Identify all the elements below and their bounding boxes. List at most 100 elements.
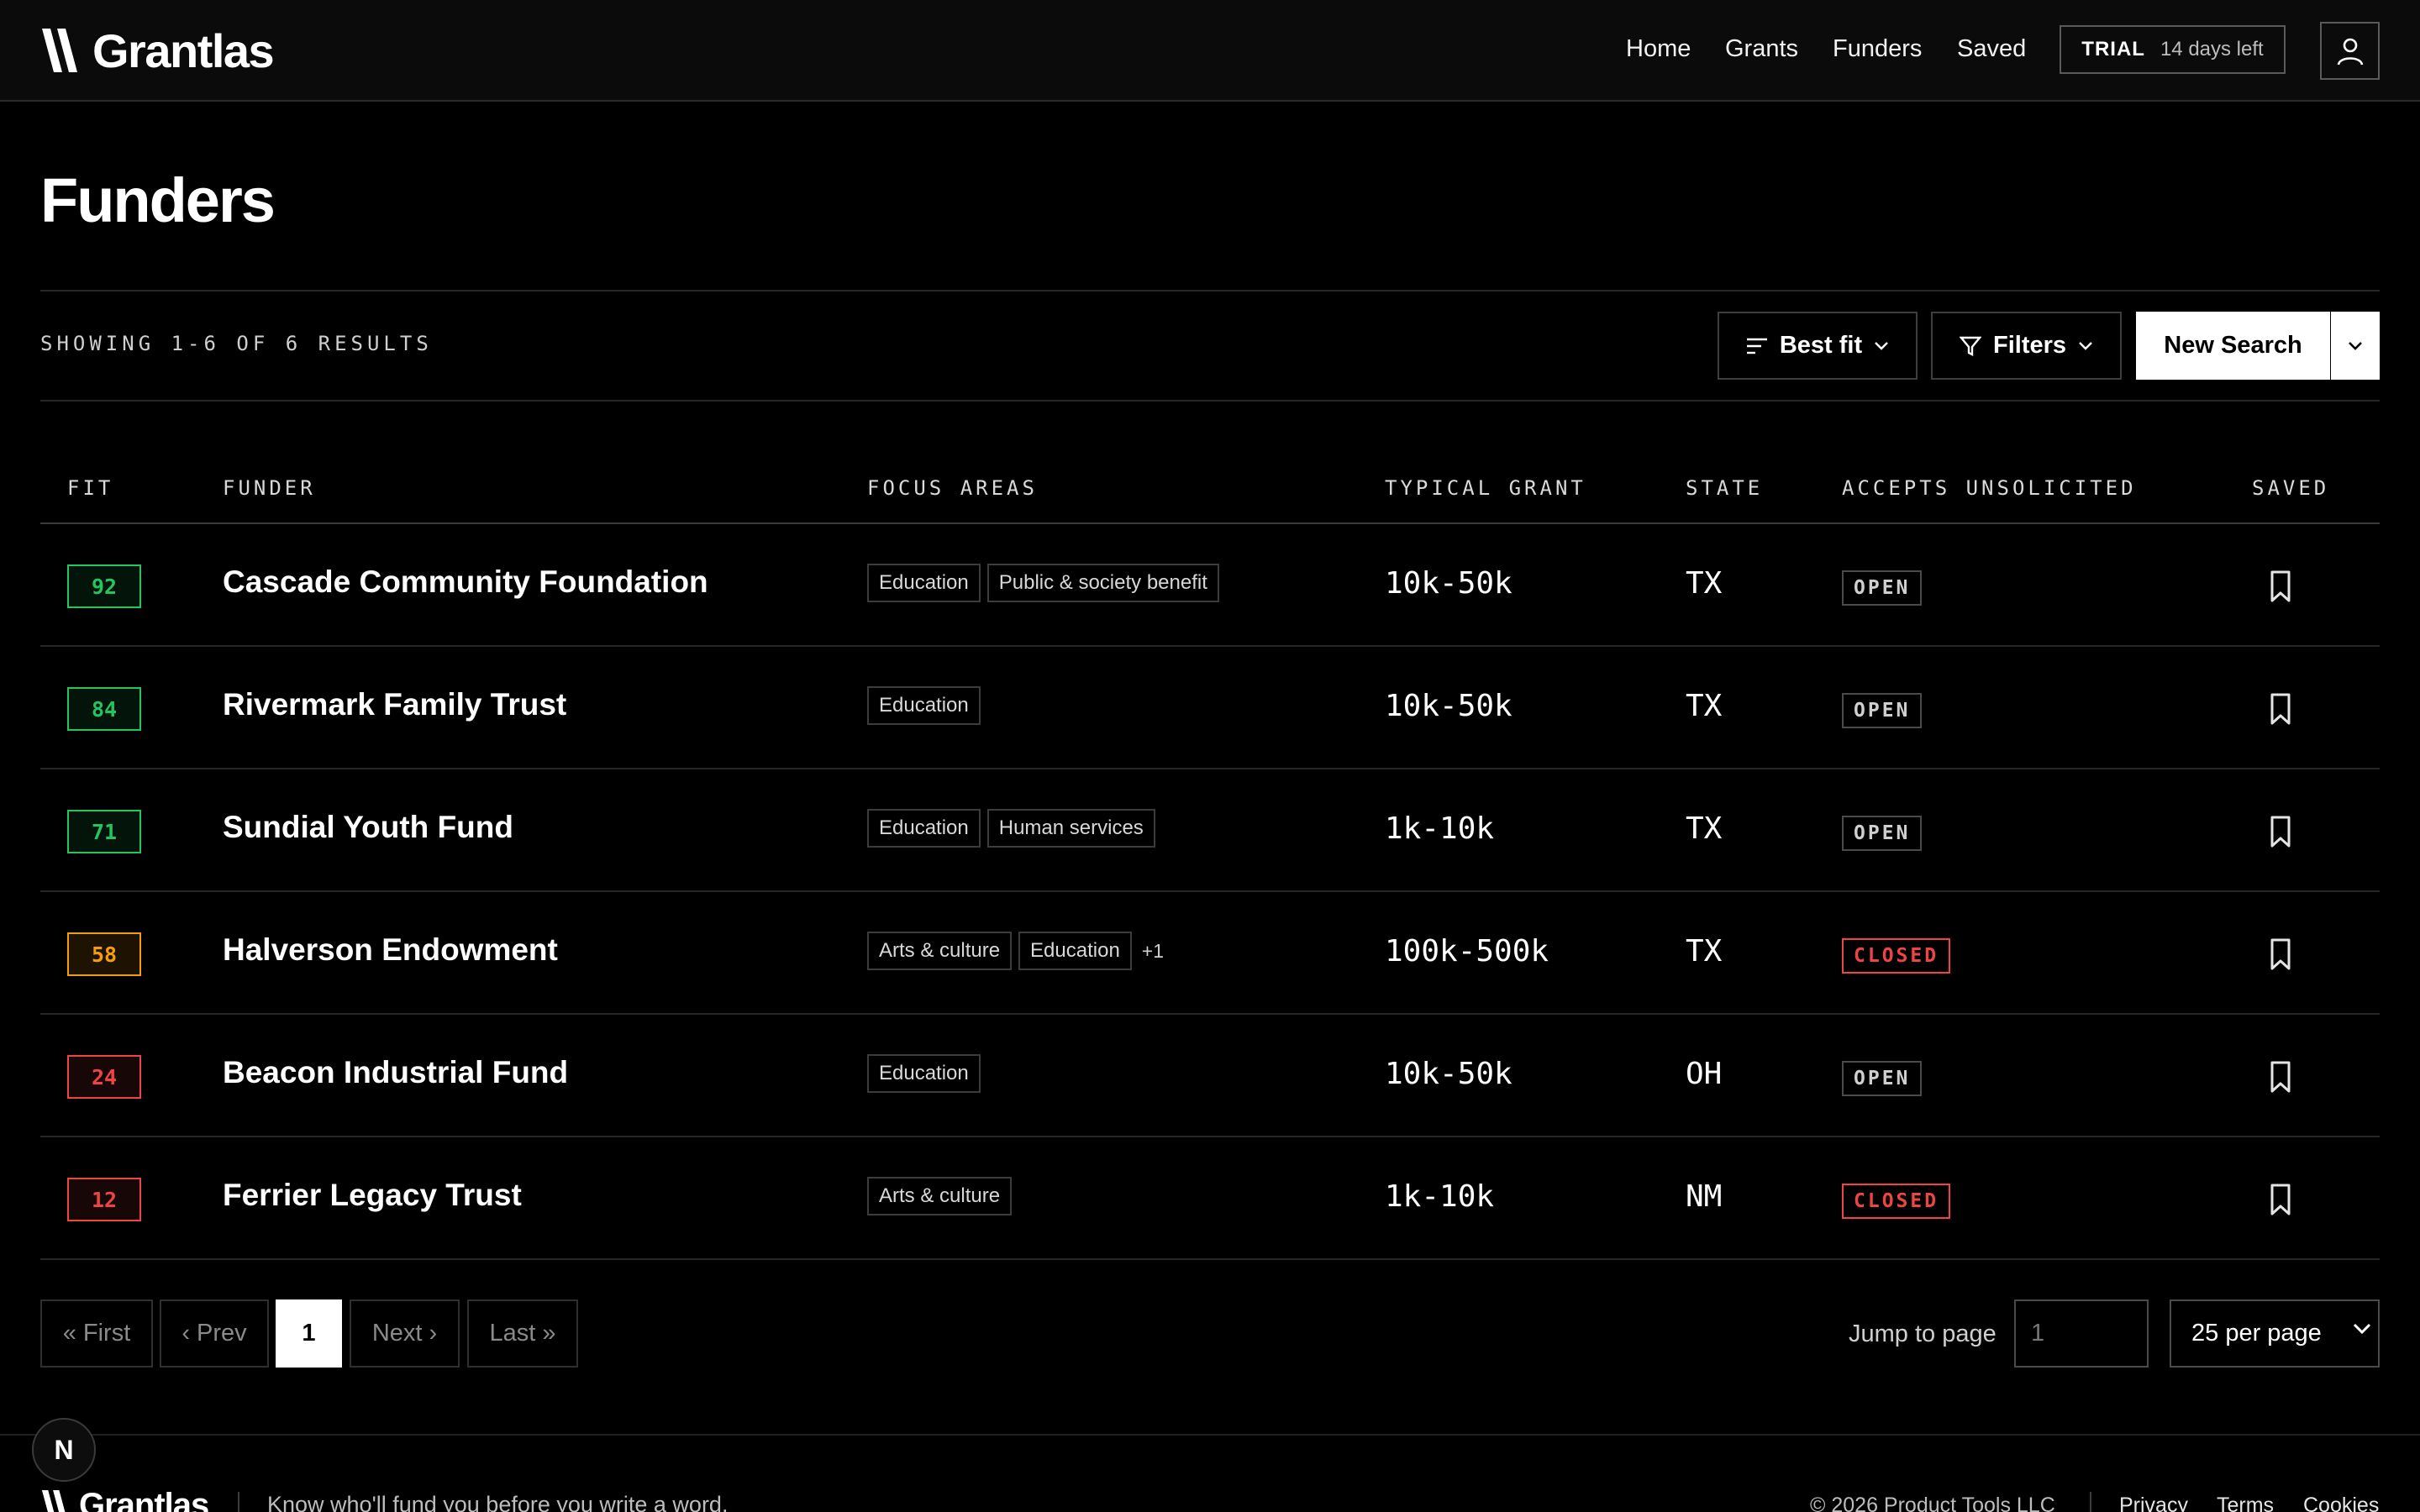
- chevron-down-icon: [2353, 1323, 2371, 1335]
- pagination-first-button[interactable]: « First: [40, 1299, 153, 1368]
- results-count: SHOWING 1-6 OF 6 RESULTS: [40, 332, 433, 355]
- focus-areas: Education: [867, 686, 981, 725]
- nav-link-funders[interactable]: Funders: [1833, 35, 1922, 63]
- pagination-last-button[interactable]: Last »: [467, 1299, 578, 1368]
- focus-area-tag: Education: [867, 564, 981, 602]
- footer-link-privacy[interactable]: Privacy: [2119, 1494, 2188, 1512]
- typical-grant: 10k-50k: [1385, 566, 1512, 601]
- table-row[interactable]: 12 Ferrier Legacy Trust Arts & culture 1k-1…: [40, 1137, 2380, 1260]
- typical-grant: 10k-50k: [1385, 689, 1512, 723]
- brand-name: Grantlas: [92, 24, 275, 77]
- table-row[interactable]: 58 Halverson Endowment Arts & culture Educa…: [40, 892, 2380, 1015]
- pagination-prev-button[interactable]: ‹ Prev: [160, 1299, 269, 1368]
- column-header-typical-grant[interactable]: TYPICAL GRANT: [1385, 476, 1586, 500]
- top-navigation-bar: Grantlas Home Grants Funders Saved TRIAL…: [0, 0, 2420, 102]
- chevron-down-icon: [2349, 341, 2362, 350]
- sort-dropdown[interactable]: Best fit: [1718, 312, 1918, 380]
- footer-brand-name: Grantlas: [79, 1487, 209, 1512]
- column-header-saved[interactable]: SAVED: [2252, 476, 2329, 500]
- table-row[interactable]: 92 Cascade Community Foundation Education P…: [40, 524, 2380, 647]
- unsolicited-status-badge: CLOSED: [1842, 938, 1951, 974]
- table-row[interactable]: 24 Beacon Industrial Fund Education 10k-50k…: [40, 1015, 2380, 1137]
- typical-grant: 1k-10k: [1385, 811, 1495, 846]
- focus-area-tag: Education: [867, 809, 981, 848]
- per-page-select[interactable]: 25 per page: [2170, 1299, 2380, 1368]
- funder-name-link[interactable]: Halverson Endowment: [223, 932, 558, 968]
- funder-name-link[interactable]: Cascade Community Foundation: [223, 564, 708, 600]
- funder-name-link[interactable]: Ferrier Legacy Trust: [223, 1178, 522, 1213]
- brand-logo[interactable]: Grantlas: [40, 22, 275, 79]
- account-button[interactable]: [2320, 22, 2380, 80]
- bookmark-icon[interactable]: [2265, 1183, 2296, 1216]
- user-icon: [2337, 38, 2363, 65]
- divider: [40, 400, 2380, 402]
- state-code: NM: [1686, 1179, 1723, 1214]
- typical-grant: 1k-10k: [1385, 1179, 1495, 1214]
- trial-badge[interactable]: TRIAL 14 days left: [2060, 25, 2286, 74]
- chevron-down-icon: [2079, 341, 2092, 350]
- nav-link-home[interactable]: Home: [1626, 35, 1691, 63]
- footer-divider: [0, 1434, 2420, 1436]
- sort-icon: [1746, 338, 1767, 354]
- chevron-down-icon: [1875, 341, 1888, 350]
- divider: [40, 290, 2380, 291]
- jump-to-page-label: Jump to page: [1849, 1320, 1996, 1347]
- bookmark-icon[interactable]: [2265, 1060, 2296, 1094]
- nav-link-saved[interactable]: Saved: [1957, 35, 2026, 63]
- focus-area-tag: Human services: [986, 809, 1155, 848]
- bookmark-icon[interactable]: [2265, 692, 2296, 726]
- bookmark-icon[interactable]: [2265, 937, 2296, 971]
- logo-mark-icon: [41, 1489, 66, 1512]
- column-header-state[interactable]: STATE: [1686, 476, 1763, 500]
- state-code: TX: [1686, 566, 1723, 601]
- footer-copyright: © 2026 Product Tools LLC: [1810, 1494, 2055, 1512]
- footer-separator: [2090, 1492, 2091, 1512]
- fit-score-badge: 12: [67, 1178, 141, 1221]
- state-code: TX: [1686, 811, 1723, 846]
- bookmark-icon[interactable]: [2265, 570, 2296, 603]
- typical-grant: 100k-500k: [1385, 934, 1549, 969]
- footer-separator: [238, 1492, 239, 1512]
- footer-brand-logo[interactable]: Grantlas: [40, 1487, 209, 1512]
- state-code: TX: [1686, 934, 1723, 969]
- jump-to-page-input[interactable]: [2014, 1299, 2149, 1368]
- new-search-button[interactable]: New Search: [2136, 312, 2330, 380]
- filter-icon: [1959, 336, 1981, 356]
- focus-area-tag: Education: [867, 1054, 981, 1093]
- unsolicited-status-badge: OPEN: [1842, 693, 1923, 728]
- unsolicited-status-badge: OPEN: [1842, 570, 1923, 606]
- logo-mark-icon: [42, 29, 77, 72]
- focus-areas: Education: [867, 1054, 981, 1093]
- column-header-focus-areas[interactable]: FOCUS AREAS: [867, 476, 1038, 500]
- dev-tools-badge[interactable]: N: [32, 1418, 96, 1482]
- fit-score-badge: 92: [67, 564, 141, 608]
- fit-score-badge: 24: [67, 1055, 141, 1099]
- footer-link-cookies[interactable]: Cookies: [2303, 1494, 2379, 1512]
- focus-areas: Arts & culture: [867, 1177, 1013, 1215]
- filters-dropdown[interactable]: Filters: [1931, 312, 2122, 380]
- state-code: OH: [1686, 1057, 1723, 1091]
- fit-score-badge: 84: [67, 687, 141, 731]
- funder-name-link[interactable]: Sundial Youth Fund: [223, 810, 513, 845]
- filters-label: Filters: [1992, 332, 2067, 359]
- funder-name-link[interactable]: Beacon Industrial Fund: [223, 1055, 568, 1090]
- sort-label: Best fit: [1779, 332, 1863, 359]
- pagination-current-page[interactable]: 1: [276, 1299, 342, 1368]
- column-header-fit[interactable]: FIT: [67, 476, 113, 500]
- footer-tagline: Know who'll fund you before you write a …: [267, 1492, 729, 1512]
- table-row[interactable]: 71 Sundial Youth Fund Education Human servi…: [40, 769, 2380, 892]
- nav-link-grants[interactable]: Grants: [1725, 35, 1798, 63]
- bookmark-icon[interactable]: [2265, 815, 2296, 848]
- footer-link-terms[interactable]: Terms: [2217, 1494, 2274, 1512]
- pagination-next-button[interactable]: Next ›: [350, 1299, 460, 1368]
- more-tags-count[interactable]: +1: [1142, 940, 1164, 963]
- state-code: TX: [1686, 689, 1723, 723]
- new-search-menu-button[interactable]: [2331, 312, 2380, 380]
- column-header-accepts-unsolicited[interactable]: ACCEPTS UNSOLICITED: [1842, 476, 2137, 500]
- column-header-funder[interactable]: FUNDER: [223, 476, 316, 500]
- unsolicited-status-badge: CLOSED: [1842, 1184, 1951, 1219]
- table-row[interactable]: 84 Rivermark Family Trust Education 10k-50k…: [40, 647, 2380, 769]
- focus-areas: Education Human services: [867, 809, 1155, 848]
- funder-name-link[interactable]: Rivermark Family Trust: [223, 687, 566, 722]
- typical-grant: 10k-50k: [1385, 1057, 1512, 1091]
